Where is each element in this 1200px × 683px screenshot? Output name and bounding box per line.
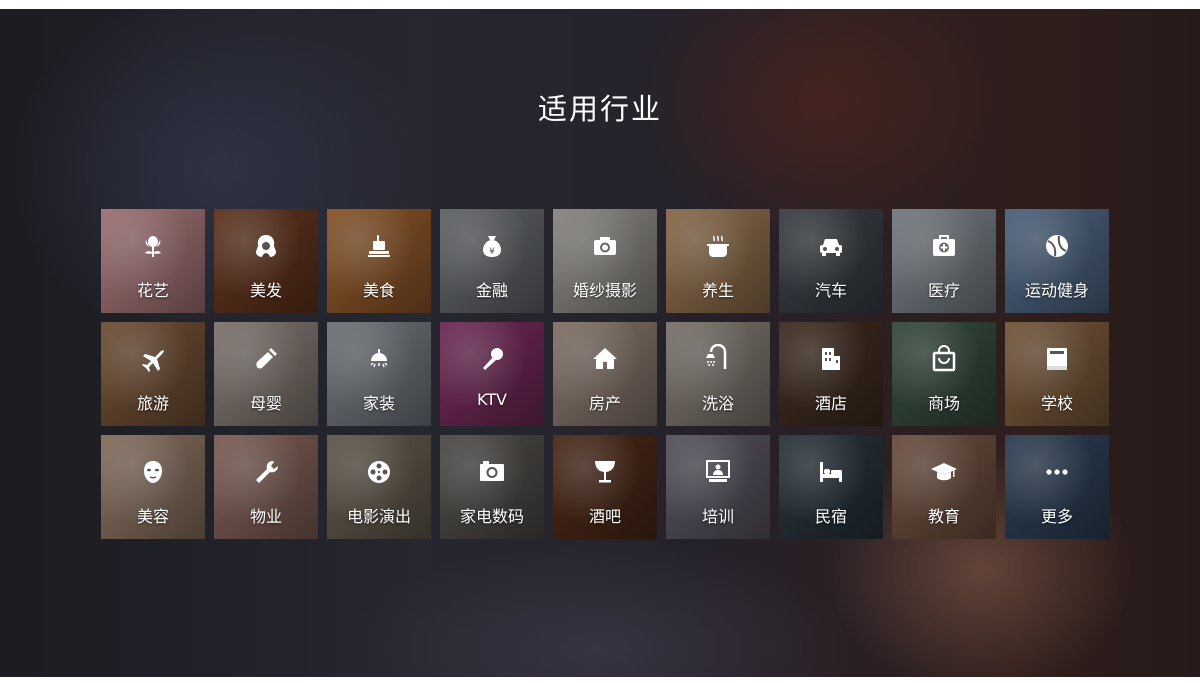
industry-label: 美容: [136, 507, 169, 526]
tile-overlay: [440, 322, 544, 426]
industry-tile[interactable]: 电影演出: [327, 435, 431, 539]
industry-tile[interactable]: 学校: [1005, 322, 1109, 426]
wrench-icon: [214, 457, 318, 487]
industry-tile[interactable]: 物业: [214, 435, 318, 539]
mask-icon: [101, 457, 205, 487]
house-icon: [553, 344, 657, 374]
industry-label: 商场: [927, 394, 960, 413]
industry-label: 汽车: [814, 281, 847, 300]
industry-tile[interactable]: 培训: [666, 435, 770, 539]
industry-label: 酒店: [814, 394, 847, 413]
lamp-icon: [327, 344, 431, 374]
industry-tile[interactable]: 教育: [892, 435, 996, 539]
industry-label: 运动健身: [1024, 281, 1089, 300]
graduation-cap-icon: [892, 457, 996, 487]
book-icon: [1005, 344, 1109, 374]
money-bag-icon: ¥: [440, 231, 544, 261]
ball-icon: [1005, 231, 1109, 261]
industry-label: 民宿: [814, 507, 847, 526]
camera-icon: [553, 231, 657, 261]
medical-kit-icon: [892, 231, 996, 261]
industry-label: 金融: [475, 281, 508, 300]
industry-tile[interactable]: 洗浴: [666, 322, 770, 426]
industry-tile[interactable]: 医疗: [892, 209, 996, 313]
food-icon: [327, 231, 431, 261]
industry-label: 婚纱摄影: [572, 281, 637, 300]
industry-tile[interactable]: 母婴: [214, 322, 318, 426]
hair-icon: [214, 231, 318, 261]
background-panel: 适用行业 花艺 美发 美食 ¥ 金融 婚纱摄影 养生 汽车 医疗 运动健身旅游 母婴 家装 KTV 房产 洗…: [0, 9, 1200, 677]
industry-tile[interactable]: 美发: [214, 209, 318, 313]
industry-grid: 花艺 美发 美食 ¥ 金融 婚纱摄影 养生 汽车 医疗 运动健身旅游 母婴 家装 KTV 房产 洗浴 酒店 商场…: [101, 209, 1109, 539]
industry-label: 家装: [362, 394, 395, 413]
industry-label: 教育: [927, 507, 960, 526]
industry-tile[interactable]: 更多: [1005, 435, 1109, 539]
flower-icon: [101, 231, 205, 261]
industry-label: 养生: [701, 281, 734, 300]
industry-label: 更多: [1040, 507, 1073, 526]
industry-label: 学校: [1040, 394, 1073, 413]
industry-label: 母婴: [249, 394, 282, 413]
more-icon: [1005, 457, 1109, 487]
photo-camera-icon: [440, 457, 544, 487]
industry-label: 物业: [249, 507, 282, 526]
industry-label: 房产: [588, 394, 621, 413]
film-reel-icon: [327, 457, 431, 487]
industry-label: 医疗: [927, 281, 960, 300]
industry-tile[interactable]: 养生: [666, 209, 770, 313]
industry-tile[interactable]: 美食: [327, 209, 431, 313]
presentation-icon: [666, 457, 770, 487]
industry-tile[interactable]: 美容: [101, 435, 205, 539]
industry-label: 培训: [701, 507, 734, 526]
shower-icon: [666, 344, 770, 374]
industry-tile[interactable]: 房产: [553, 322, 657, 426]
industry-tile[interactable]: 花艺: [101, 209, 205, 313]
industry-label: 美食: [362, 281, 395, 300]
industry-tile[interactable]: 运动健身: [1005, 209, 1109, 313]
industry-tile[interactable]: ¥ 金融: [440, 209, 544, 313]
microphone-icon: [440, 344, 544, 374]
svg-text:¥: ¥: [489, 247, 495, 257]
industry-label: 旅游: [136, 394, 169, 413]
industry-tile[interactable]: 民宿: [779, 435, 883, 539]
cocktail-icon: [553, 457, 657, 487]
pot-icon: [666, 231, 770, 261]
industry-tile[interactable]: 酒店: [779, 322, 883, 426]
car-icon: [779, 231, 883, 261]
hotel-icon: [779, 344, 883, 374]
baby-bottle-icon: [214, 344, 318, 374]
industry-tile[interactable]: KTV: [440, 322, 544, 426]
industry-label: 酒吧: [588, 507, 621, 526]
airplane-icon: [101, 344, 205, 374]
shopping-bag-icon: [892, 344, 996, 374]
industry-tile[interactable]: 汽车: [779, 209, 883, 313]
industry-tile[interactable]: 酒吧: [553, 435, 657, 539]
page-title: 适用行业: [537, 92, 662, 126]
industry-label: 电影演出: [346, 507, 411, 526]
industry-tile[interactable]: 家装: [327, 322, 431, 426]
industry-tile[interactable]: 商场: [892, 322, 996, 426]
bed-icon: [779, 457, 883, 487]
industry-tile[interactable]: 家电数码: [440, 435, 544, 539]
industry-label: 家电数码: [459, 507, 524, 526]
industry-label: 花艺: [136, 281, 169, 300]
industry-label: KTV: [477, 390, 507, 409]
industry-label: 美发: [249, 281, 282, 300]
industry-tile[interactable]: 婚纱摄影: [553, 209, 657, 313]
industry-tile[interactable]: 旅游: [101, 322, 205, 426]
industry-label: 洗浴: [701, 394, 734, 413]
